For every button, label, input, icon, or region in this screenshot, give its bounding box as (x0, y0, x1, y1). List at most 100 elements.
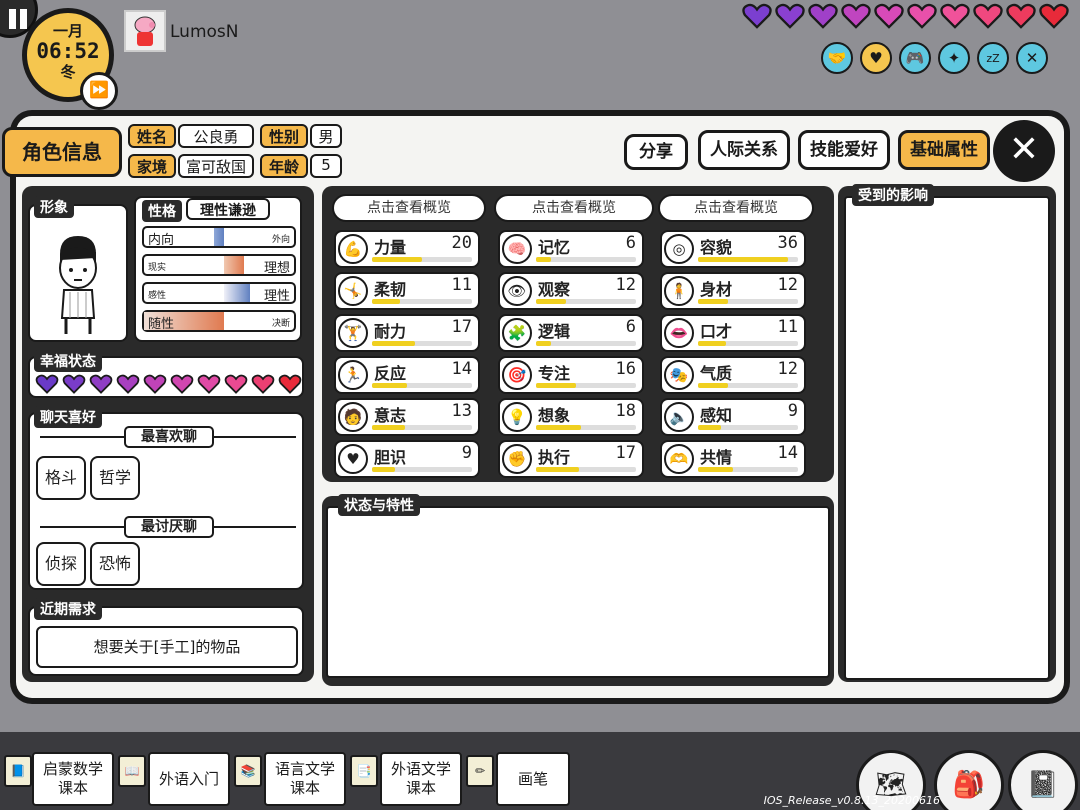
stat-bar-fill (698, 341, 726, 346)
brush-icon: ✏ (466, 755, 494, 787)
stat-name: 口才 (700, 322, 733, 341)
dislike-topic-1[interactable]: 侦探 (36, 542, 86, 586)
food-icon[interactable]: ✕ (1016, 42, 1048, 74)
stat-mask[interactable]: 🎭 气质 12 (660, 356, 806, 394)
heart-icon: ♥ (338, 444, 368, 474)
stat-name: 力量 (374, 238, 407, 257)
stat-value: 6 (625, 233, 636, 253)
gamepad-icon[interactable]: 🎮 (899, 42, 931, 74)
panel-title: 角色信息 (2, 127, 122, 177)
heart-icon[interactable]: ♥ (860, 42, 892, 74)
stat-body[interactable]: 🧍 身材 12 (660, 272, 806, 310)
item-foreign-literature-textbook[interactable]: 外语文学 课本 (380, 752, 462, 806)
stat-run[interactable]: 🏃 反应 14 (334, 356, 480, 394)
stat-bar (536, 257, 636, 262)
stat-value: 16 (615, 359, 636, 379)
family-label: 家境 (128, 154, 176, 178)
stat-bar (698, 299, 798, 304)
gender-value: 男 (310, 124, 342, 148)
stat-sense[interactable]: 🔈 感知 9 (660, 398, 806, 436)
stat-bar-fill (536, 467, 579, 472)
sleep-icon[interactable]: zZ (977, 42, 1009, 74)
happiness-heart-icon (142, 374, 168, 398)
character-portrait (59, 236, 97, 334)
item-foreign-language-intro[interactable]: 外语入门 (148, 752, 230, 806)
dislike-topic-2[interactable]: 恐怖 (90, 542, 140, 586)
stat-muscle[interactable]: 💪 力量 20 (334, 230, 480, 268)
stat-bar-fill (372, 341, 415, 346)
share-button[interactable]: 分享 (624, 134, 688, 170)
mask-icon: 🎭 (664, 360, 694, 390)
eye-icon: 👁 (502, 276, 532, 306)
stat-heart[interactable]: ♥ 胆识 9 (334, 440, 480, 478)
mood-heart-icon (1038, 3, 1070, 33)
stat-lips[interactable]: 👄 口才 11 (660, 314, 806, 352)
stat-stretch[interactable]: 🤸 柔韧 11 (334, 272, 480, 310)
tab-relations[interactable]: 人际关系 (698, 130, 790, 170)
item-literature-textbook[interactable]: 语言文学 课本 (264, 752, 346, 806)
stat-name: 想象 (538, 406, 571, 425)
overview-button-social[interactable]: 点击查看概览 (658, 194, 814, 222)
item-math-textbook[interactable]: 启蒙数学 课本 (32, 752, 114, 806)
overview-button-mental[interactable]: 点击查看概览 (494, 194, 654, 222)
tab-skills[interactable]: 技能爱好 (798, 130, 890, 170)
overview-button-physical[interactable]: 点击查看概览 (332, 194, 486, 222)
stat-bar-fill (372, 383, 407, 388)
happiness-heart-icon (250, 374, 276, 398)
trait-right-label: 理想 (263, 261, 290, 276)
effects-box (844, 196, 1050, 680)
stat-value: 14 (451, 359, 472, 379)
personality-label: 性格 (142, 200, 182, 222)
stat-bulb[interactable]: 💡 想象 18 (498, 398, 644, 436)
needs-value[interactable]: 想要关于[手工]的物品 (36, 626, 298, 668)
close-icon: ✕ (1008, 129, 1040, 170)
stat-bar (536, 467, 636, 472)
stat-target[interactable]: 🎯 专注 16 (498, 356, 644, 394)
tab-basic-attributes[interactable]: 基础属性 (898, 130, 990, 170)
stat-value: 17 (615, 443, 636, 463)
trait-casual-decisive: 随性 决断 (142, 310, 296, 332)
mirror-icon: ◎ (664, 234, 694, 264)
stat-weightlift[interactable]: 🏋 耐力 17 (334, 314, 480, 352)
stat-person[interactable]: 🧑 意志 13 (334, 398, 480, 436)
stat-name: 反应 (374, 364, 407, 383)
portrait-box (28, 204, 128, 342)
happiness-heart-icon (34, 374, 60, 398)
handshake-icon[interactable]: 🤝 (821, 42, 853, 74)
stat-value: 36 (777, 233, 798, 253)
stat-name: 共情 (700, 448, 733, 467)
stat-mirror[interactable]: ◎ 容貌 36 (660, 230, 806, 268)
stat-name: 气质 (700, 364, 733, 383)
stat-value: 11 (777, 317, 798, 337)
trait-emotional-rational: 感性 理性 (142, 282, 296, 304)
stat-hands-heart[interactable]: 🫶 共情 14 (660, 440, 806, 478)
close-button[interactable]: ✕ (993, 120, 1055, 182)
trait-realist-idealist: 现实 理想 (142, 254, 296, 276)
trait-left-label: 感性 (148, 291, 167, 301)
stat-value: 12 (777, 275, 798, 295)
like-topic-2[interactable]: 哲学 (90, 456, 140, 500)
stat-bar (536, 299, 636, 304)
stat-eye[interactable]: 👁 观察 12 (498, 272, 644, 310)
sense-icon: 🔈 (664, 402, 694, 432)
stretch-icon: 🤸 (338, 276, 368, 306)
mood-heart-icon (807, 3, 839, 33)
player-avatar[interactable] (124, 10, 166, 52)
stat-bar-fill (372, 257, 422, 262)
version-label: IOS_Release_v0.8.13_20200616 (763, 794, 940, 807)
stat-bar-fill (698, 299, 728, 304)
stat-fist[interactable]: ✊ 执行 17 (498, 440, 644, 478)
stat-bar (372, 299, 472, 304)
stat-name: 记忆 (538, 238, 571, 257)
fast-forward-button[interactable]: ⏩ (80, 72, 118, 110)
stat-name: 观察 (538, 280, 571, 299)
stat-name: 感知 (700, 406, 733, 425)
trait-right-label: 外向 (271, 235, 290, 245)
item-paintbrush[interactable]: 画笔 (496, 752, 570, 806)
happiness-heart-icon (61, 374, 87, 398)
stat-puzzle[interactable]: 🧩 逻辑 6 (498, 314, 644, 352)
stat-brain[interactable]: 🧠 记忆 6 (498, 230, 644, 268)
sparkle-icon[interactable]: ✦ (938, 42, 970, 74)
gender-label: 性别 (260, 124, 308, 148)
like-topic-1[interactable]: 格斗 (36, 456, 86, 500)
